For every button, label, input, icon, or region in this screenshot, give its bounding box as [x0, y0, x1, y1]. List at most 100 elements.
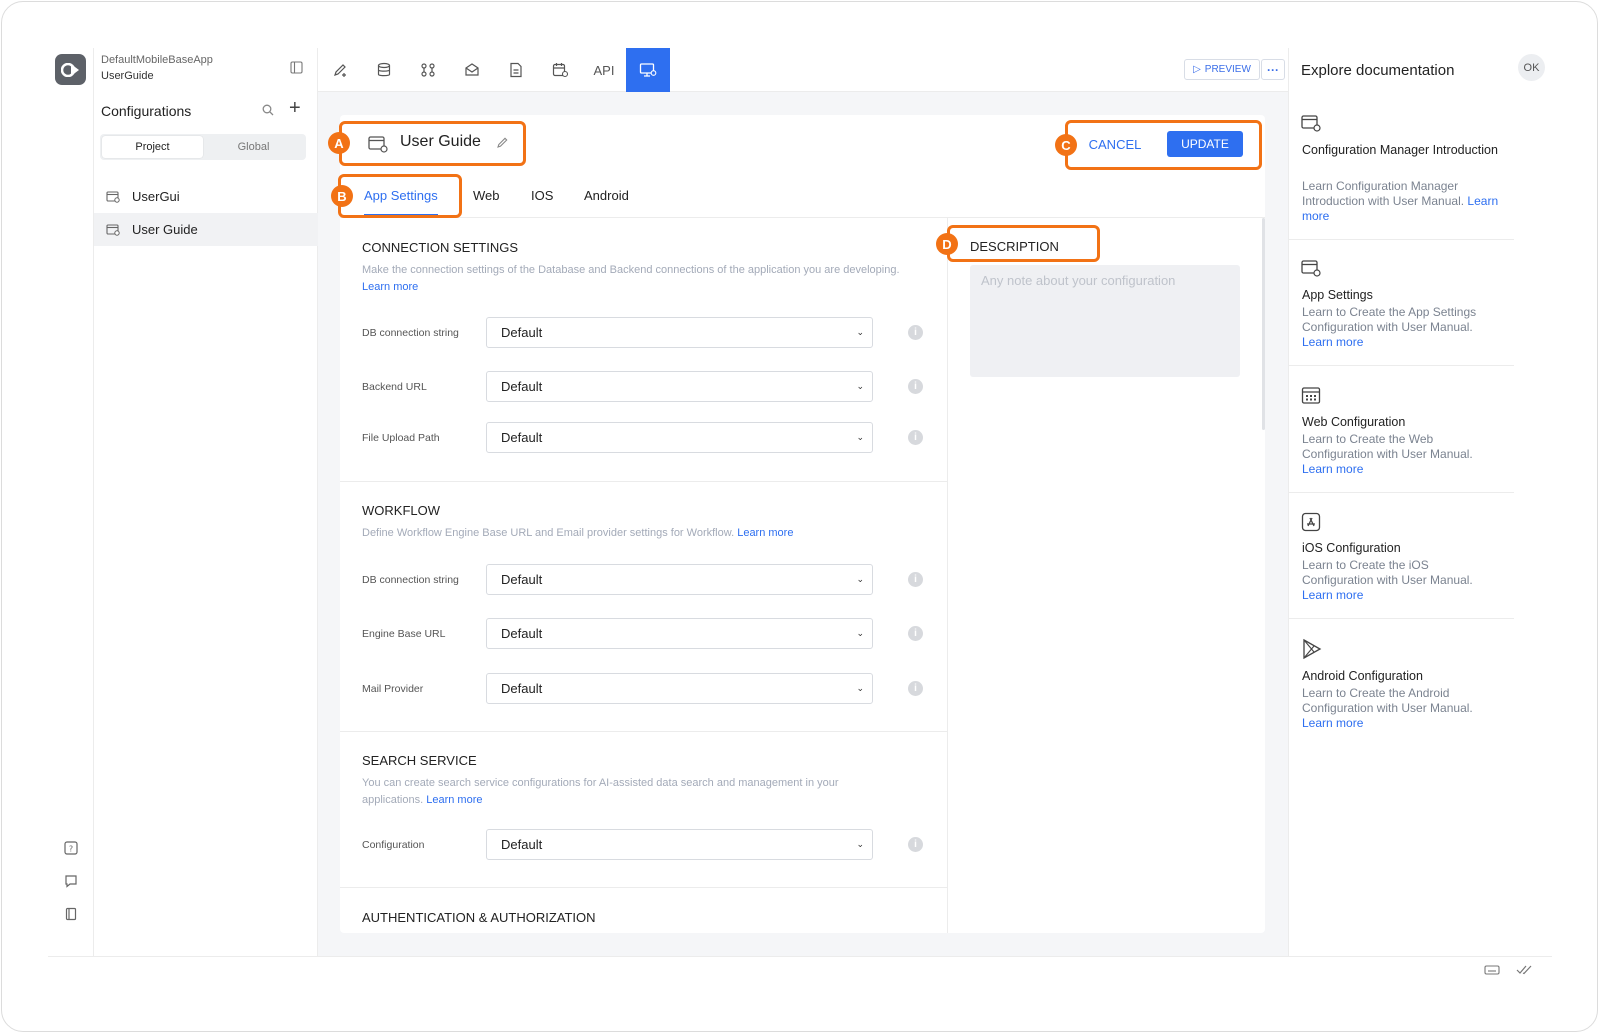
info-icon[interactable]: i: [908, 681, 923, 696]
book-icon[interactable]: [62, 905, 80, 923]
config-sidebar: DefaultMobileBaseApp UserGuide Configura…: [94, 48, 318, 956]
info-icon[interactable]: i: [908, 379, 923, 394]
doc-card[interactable]: Configuration Manager Introduction Learn…: [1288, 114, 1514, 240]
current-app: UserGuide: [101, 70, 154, 82]
pencil-plus-icon[interactable]: [318, 48, 362, 92]
section-divider: [340, 887, 947, 888]
chat-icon[interactable]: [62, 872, 80, 890]
sidebar-item-label: UserGui: [132, 189, 180, 204]
api-tab[interactable]: API: [582, 48, 626, 92]
config-icon: [1301, 259, 1321, 282]
doc-card-title: Configuration Manager Introduction: [1302, 143, 1498, 157]
collapse-sidebar-icon[interactable]: [290, 61, 303, 79]
learn-more-link[interactable]: Learn more: [362, 281, 418, 293]
calendar-settings-icon[interactable]: [538, 48, 582, 92]
scrollbar[interactable]: [1262, 218, 1265, 430]
info-icon[interactable]: i: [908, 325, 923, 340]
chevron-down-icon: ⌄: [856, 327, 864, 337]
callout-badge-a: A: [328, 132, 350, 154]
field-label: DB connection string: [362, 327, 459, 339]
info-icon[interactable]: i: [908, 572, 923, 587]
info-icon[interactable]: i: [908, 430, 923, 445]
callout-box-c: [1065, 120, 1262, 170]
file-upload-path-select[interactable]: Default ⌄: [486, 422, 873, 453]
db-connection-select[interactable]: Default ⌄: [486, 317, 873, 348]
section-title: WORKFLOW: [362, 503, 440, 518]
scope-project-tab[interactable]: Project: [102, 136, 203, 158]
tab-web[interactable]: Web: [473, 188, 500, 216]
scope-switch: Project Global: [100, 134, 306, 160]
column-divider: [947, 218, 948, 933]
preview-button[interactable]: ▷ PREVIEW: [1184, 59, 1260, 80]
info-icon[interactable]: i: [908, 837, 923, 852]
workflow-db-connection-select[interactable]: Default ⌄: [486, 564, 873, 595]
callout-badge-b: B: [331, 185, 353, 207]
section-divider: [340, 481, 947, 482]
top-toolbar: API ▷ PREVIEW ···: [318, 48, 1288, 92]
chevron-down-icon: ⌄: [856, 432, 864, 442]
doc-card-desc: Learn to Create the iOS Configuration wi…: [1302, 558, 1473, 602]
doc-card[interactable]: Web Configuration Learn to Create the We…: [1288, 386, 1514, 493]
preview-label: PREVIEW: [1204, 64, 1251, 75]
doc-card-title: Web Configuration: [1302, 415, 1406, 429]
chevron-down-icon: ⌄: [856, 683, 864, 693]
backend-url-select[interactable]: Default ⌄: [486, 371, 873, 402]
sidebar-item-user-guide[interactable]: User Guide: [94, 213, 318, 246]
learn-more-link[interactable]: Learn more: [737, 527, 793, 539]
description-textarea[interactable]: Any note about your configuration: [970, 265, 1240, 377]
search-icon[interactable]: [262, 103, 274, 121]
config-icon: [1301, 114, 1321, 137]
chevron-down-icon: ⌄: [856, 628, 864, 638]
chevron-down-icon: ⌄: [856, 381, 864, 391]
mail-icon[interactable]: [450, 48, 494, 92]
configuration-monitor-icon[interactable]: [626, 48, 670, 92]
callout-box-d: [947, 225, 1100, 262]
sidebar-item-label: User Guide: [132, 222, 198, 237]
config-icon: [106, 223, 120, 236]
info-icon[interactable]: i: [908, 626, 923, 641]
section-title: AUTHENTICATION & AUTHORIZATION: [362, 910, 596, 925]
learn-more-link[interactable]: Learn more: [1302, 335, 1363, 349]
config-tabs: App Settings Web IOS Android: [340, 180, 1265, 218]
doc-card-desc: Learn to Create the Android Configuratio…: [1302, 686, 1473, 730]
doc-card[interactable]: App Settings Learn to Create the App Set…: [1288, 259, 1514, 366]
tab-android[interactable]: Android: [584, 188, 629, 216]
learn-more-link[interactable]: Learn more: [1302, 588, 1363, 602]
database-icon[interactable]: [362, 48, 406, 92]
add-config-button[interactable]: +: [289, 98, 301, 118]
flow-icon[interactable]: [406, 48, 450, 92]
keyboard-icon[interactable]: [1484, 963, 1500, 981]
docs-title: Explore documentation: [1301, 62, 1455, 79]
document-icon[interactable]: [494, 48, 538, 92]
app-logo[interactable]: [55, 54, 86, 85]
engine-base-url-select[interactable]: Default ⌄: [486, 618, 873, 649]
doc-card[interactable]: iOS Configuration Learn to Create the iO…: [1288, 512, 1514, 619]
learn-more-link[interactable]: Learn more: [1302, 716, 1363, 730]
search-configuration-select[interactable]: Default ⌄: [486, 829, 873, 860]
doc-card-title: App Settings: [1302, 288, 1373, 302]
field-label: Backend URL: [362, 381, 427, 393]
play-store-icon: [1301, 638, 1323, 665]
callout-badge-d: D: [936, 233, 958, 255]
section-title: CONNECTION SETTINGS: [362, 240, 519, 255]
field-label: Configuration: [362, 839, 425, 851]
sidebar-item-usergui[interactable]: UserGui: [94, 180, 318, 213]
mail-provider-select[interactable]: Default ⌄: [486, 673, 873, 704]
field-label: File Upload Path: [362, 432, 440, 444]
doc-card[interactable]: Android Configuration Learn to Create th…: [1288, 638, 1514, 746]
sidebar-title: Configurations: [101, 103, 192, 119]
left-rail: ?: [48, 48, 94, 956]
learn-more-link[interactable]: Learn more: [426, 794, 482, 806]
help-icon[interactable]: ?: [62, 839, 80, 857]
callout-box-a: [339, 121, 526, 166]
doc-card-desc: Learn Configuration Manager Introduction…: [1302, 179, 1499, 223]
more-options-button[interactable]: ···: [1261, 59, 1285, 80]
svg-text:?: ?: [69, 845, 73, 854]
app-name: DefaultMobileBaseApp: [101, 54, 213, 66]
tab-ios[interactable]: IOS: [531, 188, 553, 216]
scope-global-tab[interactable]: Global: [203, 136, 304, 158]
learn-more-link[interactable]: Learn more: [1302, 462, 1363, 476]
config-icon: [106, 190, 120, 203]
double-check-icon[interactable]: [1516, 963, 1534, 981]
avatar[interactable]: OK: [1518, 54, 1545, 81]
